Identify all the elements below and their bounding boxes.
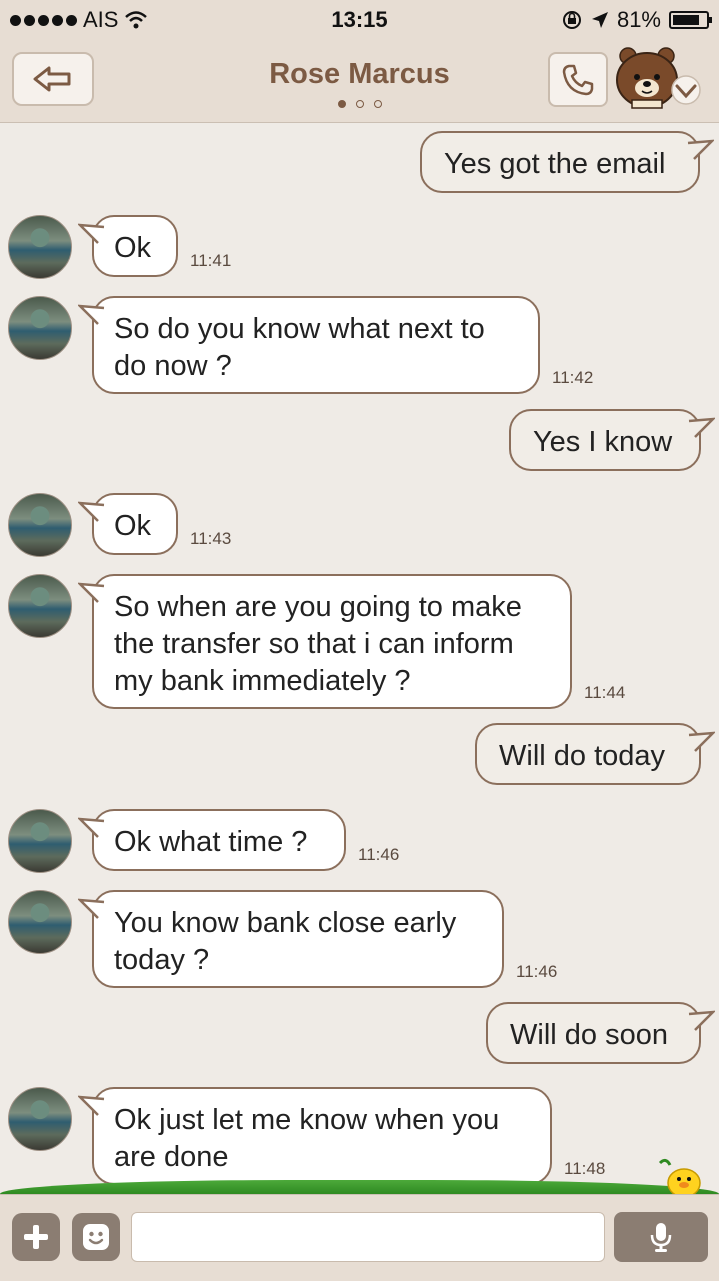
message-list[interactable]: Yes got the emailRead11:41Ok11:41So do y… [0, 123, 719, 1183]
call-button[interactable] [548, 52, 608, 107]
page-dot [337, 100, 346, 108]
bubble-tail [78, 817, 105, 838]
message-time: 11:48 [564, 1159, 606, 1178]
voice-button[interactable] [614, 1212, 708, 1262]
message-bubble[interactable]: Ok what time ? [92, 809, 346, 871]
bubble-tail [78, 223, 105, 244]
brown-bear-icon [616, 47, 678, 109]
contact-avatar[interactable] [8, 1087, 72, 1151]
message-bubble[interactable]: So when are you going to make the transf… [92, 574, 572, 709]
message-bubble[interactable]: You know bank close early today ? [92, 890, 504, 988]
contact-avatar[interactable] [8, 574, 72, 638]
location-arrow-icon [591, 12, 608, 28]
bubble-tail [687, 139, 714, 160]
bubble-tail [688, 731, 715, 752]
message-bubble[interactable]: Will do soon [486, 1002, 701, 1064]
phone-icon [562, 64, 594, 95]
message-time: 11:46 [516, 962, 558, 981]
bubble-tail [78, 1095, 105, 1116]
status-bar: AIS 13:15 81% [0, 0, 719, 40]
message-bubble[interactable]: Ok just let me know when you are done [92, 1087, 552, 1183]
battery-percent: 81% [616, 7, 661, 32]
battery-icon [669, 11, 712, 29]
chat-header: Rose Marcus [0, 40, 719, 123]
message-time: 11:43 [190, 529, 232, 548]
contact-avatar[interactable] [8, 890, 72, 954]
message-time: 11:46 [358, 845, 400, 864]
emoji-button[interactable] [72, 1213, 120, 1261]
page-dot [355, 100, 364, 108]
contact-avatar[interactable] [8, 296, 72, 360]
input-bar [0, 1194, 719, 1281]
add-button[interactable] [12, 1213, 60, 1261]
bubble-tail [78, 582, 105, 603]
plus-icon [24, 1225, 48, 1249]
grass-decoration [0, 1180, 719, 1194]
contact-avatar[interactable] [8, 215, 72, 279]
bubble-tail [688, 417, 715, 438]
message-bubble[interactable]: Will do today [475, 723, 701, 785]
message-time: 11:42 [552, 368, 594, 387]
sticker-menu-button[interactable] [614, 46, 706, 110]
contact-avatar[interactable] [8, 809, 72, 873]
emoji-icon [83, 1224, 109, 1250]
chick-icon [658, 1158, 701, 1195]
page-dot [373, 100, 382, 108]
chevron-down-icon [671, 75, 701, 105]
message-bubble[interactable]: Yes got the email [420, 131, 700, 193]
chat-title[interactable]: Rose Marcus [0, 58, 719, 91]
microphone-icon [650, 1223, 672, 1252]
message-bubble[interactable]: So do you know what next to do now ? [92, 296, 540, 394]
message-input[interactable] [131, 1212, 605, 1262]
message-bubble[interactable]: Yes I know [509, 409, 701, 471]
bubble-tail [688, 1010, 715, 1031]
page-indicator [0, 100, 719, 108]
status-right: 81% [561, 7, 712, 33]
bubble-tail [78, 304, 105, 325]
rotation-lock-icon [562, 11, 581, 29]
message-time: 11:44 [584, 683, 626, 702]
contact-avatar[interactable] [8, 493, 72, 557]
bubble-tail [78, 501, 105, 522]
message-time: 11:41 [190, 251, 232, 270]
bubble-tail [78, 898, 105, 919]
